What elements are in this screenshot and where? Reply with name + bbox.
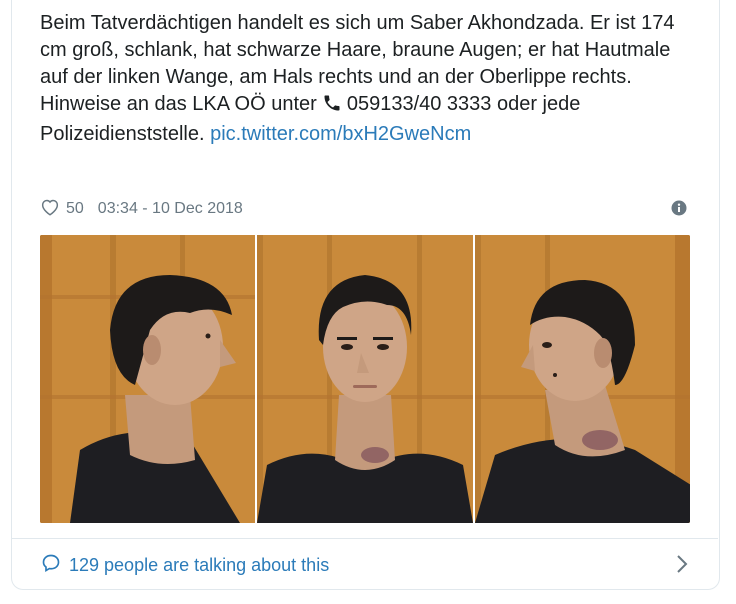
tweet-photo-grid: [40, 235, 690, 523]
suspect-photo-profile-right[interactable]: [474, 235, 690, 523]
tweet-conversation-footer[interactable]: 129 people are talking about this: [11, 538, 718, 591]
tweet-meta: 50 03:34 - 10 Dec 2018: [40, 197, 243, 221]
info-icon[interactable]: [671, 200, 687, 216]
speech-bubble-icon: [41, 553, 61, 578]
suspect-photo-profile-left[interactable]: [40, 235, 256, 523]
tweet-paragraph-1: Beim Tatverdächtigen handelt es sich um …: [40, 12, 675, 88]
tweet-text: Beim Tatverdächtigen handelt es sich um …: [40, 10, 700, 148]
like-count[interactable]: 50: [66, 200, 84, 218]
suspect-photo-frontal[interactable]: [257, 235, 473, 523]
chevron-right-icon[interactable]: [676, 554, 688, 579]
phone-icon: [321, 93, 343, 121]
tweet-media-link[interactable]: pic.twitter.com/bxH2GweNcm: [210, 123, 471, 145]
heart-icon[interactable]: [40, 198, 60, 221]
tweet-paragraph-2: Hinweise an das LKA OÖ unter 059133/40 33…: [40, 91, 700, 148]
tweet-contact-prefix: Hinweise an das LKA OÖ unter: [40, 93, 317, 115]
talking-count-link[interactable]: 129 people are talking about this: [69, 555, 329, 576]
tweet-timestamp[interactable]: 03:34 - 10 Dec 2018: [98, 200, 243, 218]
